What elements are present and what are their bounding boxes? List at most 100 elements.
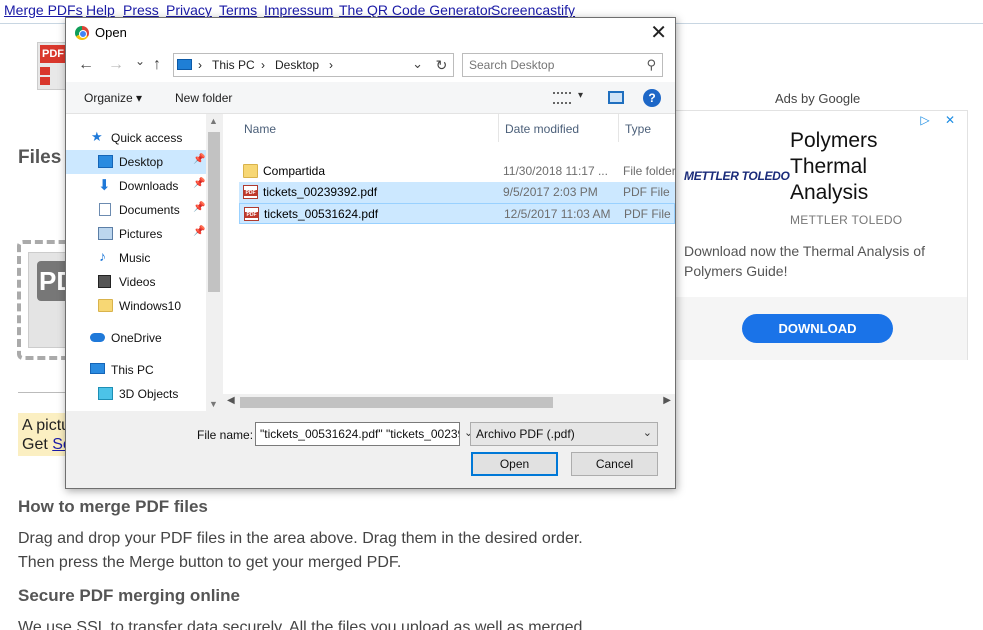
nav-link-screencastify[interactable]: Screencastify	[491, 2, 575, 18]
nav-item-this-pc[interactable]: This PC	[66, 358, 206, 382]
file-list-horizontal-scrollbar[interactable]: ◀ ▶	[223, 394, 675, 411]
nav-item-onedrive[interactable]: OneDrive	[66, 326, 206, 350]
file-type: PDF File	[624, 207, 671, 221]
nav-item-quick-access[interactable]: ★ Quick access	[66, 126, 206, 150]
breadcrumb-desktop[interactable]: Desktop	[275, 58, 319, 72]
site-logo[interactable]: PDF	[37, 42, 67, 90]
ad-headline[interactable]: Polymers Thermal Analysis	[790, 128, 878, 206]
address-bar[interactable]: › This PC › Desktop › ⌄	[173, 53, 454, 77]
pin-icon: 📌	[193, 154, 206, 165]
how-to-line-2: Then press the Merge button to get your …	[18, 554, 402, 571]
star-icon: ★	[91, 129, 103, 144]
search-icon[interactable]: ⚲	[646, 57, 656, 73]
cube-icon	[98, 387, 113, 400]
column-header-name[interactable]: Name ^	[238, 114, 499, 142]
nav-link-help[interactable]: Help	[86, 2, 115, 18]
nav-item-videos[interactable]: Videos	[66, 270, 206, 294]
column-header-type[interactable]: Type	[619, 114, 675, 142]
file-row-compartida[interactable]: Compartida 11/30/2018 11:17 ... File fol…	[239, 161, 675, 182]
breadcrumb-this-pc[interactable]: This PC	[212, 58, 255, 72]
nav-link-terms[interactable]: Terms	[219, 2, 257, 18]
scrollbar-thumb[interactable]	[240, 397, 553, 408]
view-options-icon[interactable]	[553, 92, 571, 104]
scrollbar-thumb[interactable]	[208, 132, 220, 292]
secure-heading: Secure PDF merging online	[18, 586, 240, 605]
download-icon: ⬇	[98, 177, 111, 194]
dialog-title: Open	[95, 25, 127, 40]
nav-item-3d-objects[interactable]: 3D Objects	[66, 382, 206, 406]
how-to-heading: How to merge PDF files	[18, 497, 208, 516]
chrome-icon	[75, 26, 89, 40]
desktop-icon	[98, 155, 113, 168]
command-bar: Organize ▾ New folder ▾ ?	[66, 82, 675, 114]
search-input[interactable]	[469, 55, 639, 75]
file-name: tickets_00239392.pdf	[263, 185, 378, 199]
close-icon[interactable]: ✕	[650, 20, 667, 45]
address-dropdown-icon[interactable]: ⌄	[412, 56, 423, 72]
refresh-icon[interactable]: ↻	[430, 53, 454, 77]
logo-mark	[40, 67, 50, 75]
nav-item-desktop[interactable]: Desktop 📌	[66, 150, 206, 174]
folder-icon	[243, 164, 258, 178]
nav-link-qr-code-generator[interactable]: The QR Code Generator	[339, 2, 492, 18]
help-icon[interactable]: ?	[643, 89, 661, 107]
file-name: Compartida	[263, 164, 326, 178]
nav-item-downloads[interactable]: ⬇ Downloads 📌	[66, 174, 206, 198]
pdf-file-icon: PDF	[243, 185, 258, 199]
cancel-button[interactable]: Cancel	[571, 452, 658, 476]
file-date: 9/5/2017 2:03 PM	[503, 185, 598, 199]
advertisement[interactable]: ▷ ✕ METTLER TOLEDO Polymers Thermal Anal…	[673, 110, 968, 360]
file-name-label: File name:	[197, 428, 254, 442]
nav-item-music[interactable]: ♪ Music	[66, 246, 206, 270]
sort-ascending-icon: ^	[376, 114, 381, 119]
this-pc-icon	[177, 59, 192, 70]
file-row-tickets-00239392[interactable]: PDF tickets_00239392.pdf 9/5/2017 2:03 P…	[239, 182, 675, 203]
file-name-input[interactable]: "tickets_00531624.pdf" "tickets_00239392…	[255, 422, 460, 446]
nav-item-label: Desktop	[119, 155, 164, 169]
scroll-up-icon[interactable]: ▲	[209, 116, 218, 126]
nav-item-label: Videos	[119, 275, 156, 289]
nav-link-impressum[interactable]: Impressum	[264, 2, 333, 18]
pin-icon: 📌	[193, 202, 206, 213]
file-name: tickets_00531624.pdf	[264, 207, 379, 221]
nav-link-press[interactable]: Press	[123, 2, 159, 18]
scroll-right-icon[interactable]: ▶	[663, 395, 671, 406]
column-header-date-modified[interactable]: Date modified	[499, 114, 619, 142]
back-arrow-icon[interactable]: ←	[78, 56, 94, 74]
recent-locations-icon[interactable]: ⌄	[135, 54, 145, 68]
nav-item-label: Music	[119, 251, 151, 265]
up-arrow-icon[interactable]: ↑	[153, 56, 161, 74]
organize-button[interactable]: Organize ▾	[84, 91, 142, 105]
view-dropdown-icon[interactable]: ▾	[578, 90, 583, 101]
nav-item-label: 3D Objects	[119, 387, 179, 401]
nav-item-label: This PC	[111, 363, 154, 377]
logo-mark-2	[40, 77, 50, 85]
file-type-value: Archivo PDF (.pdf)	[476, 427, 575, 441]
open-button[interactable]: Open	[471, 452, 558, 476]
search-box[interactable]: ⚲	[462, 53, 663, 77]
ads-by-google-label: Ads by Google	[775, 91, 861, 106]
file-type: PDF File	[623, 185, 670, 199]
navigation-pane-scrollbar[interactable]: ▲ ▼	[206, 114, 222, 411]
ad-headline-line-1: Polymers	[790, 129, 878, 152]
nav-item-windows10[interactable]: Windows10	[66, 294, 206, 318]
new-folder-button[interactable]: New folder	[175, 91, 232, 105]
file-date: 12/5/2017 11:03 AM	[504, 207, 611, 221]
nav-item-label: OneDrive	[111, 331, 162, 345]
file-type-select[interactable]: Archivo PDF (.pdf) ⌄	[470, 422, 658, 446]
nav-link-merge-pdfs[interactable]: Merge PDFs	[4, 2, 83, 18]
ad-choices-icon[interactable]: ▷ ✕	[920, 113, 961, 127]
scroll-left-icon[interactable]: ◀	[227, 395, 235, 406]
file-date: 11/30/2018 11:17 ...	[503, 164, 608, 178]
scroll-down-icon[interactable]: ▼	[209, 399, 218, 409]
preview-pane-icon[interactable]	[608, 91, 624, 104]
ad-download-button[interactable]: DOWNLOAD	[742, 314, 893, 343]
nav-item-documents[interactable]: Documents 📌	[66, 198, 206, 222]
file-row-tickets-00531624[interactable]: PDF tickets_00531624.pdf 12/5/2017 11:03…	[239, 203, 675, 224]
nav-item-pictures[interactable]: Pictures 📌	[66, 222, 206, 246]
dialog-titlebar[interactable]: Open ✕	[66, 18, 675, 48]
music-icon: ♪	[99, 248, 106, 264]
folder-icon	[98, 299, 113, 312]
nav-link-privacy[interactable]: Privacy	[166, 2, 212, 18]
forward-arrow-icon[interactable]: →	[108, 56, 124, 74]
